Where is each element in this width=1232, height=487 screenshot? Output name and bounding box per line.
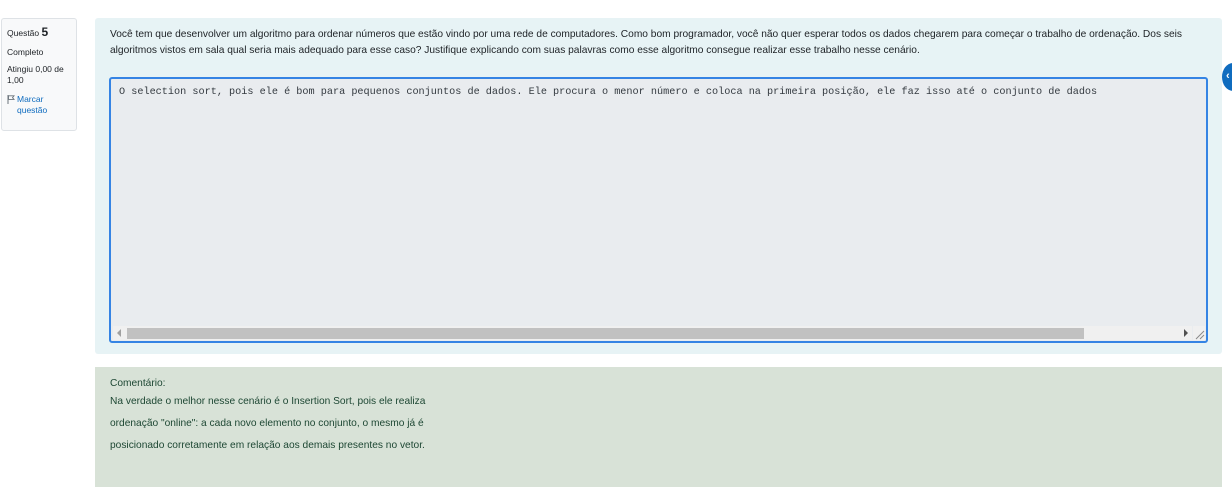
answer-text: O selection sort, pois ele é bom para pe… <box>119 87 1098 98</box>
feedback-line: posicionado corretamente em relação aos … <box>110 440 425 451</box>
answer-textarea[interactable]: O selection sort, pois ele é bom para pe… <box>109 77 1208 343</box>
flag-question-label: Marcar questão <box>17 93 48 115</box>
question-formulation: Você tem que desenvolver um algoritmo pa… <box>95 18 1222 354</box>
feedback-line: ordenação "online": a cada novo elemento… <box>110 418 424 429</box>
flag-icon <box>7 94 15 104</box>
question-state: Completo <box>7 46 44 57</box>
resize-handle[interactable] <box>1193 326 1205 340</box>
flag-question-link[interactable]: Marcar questão <box>7 94 71 116</box>
resize-grip-icon <box>1195 330 1205 340</box>
horizontal-scrollbar[interactable] <box>113 326 1192 340</box>
scrollbar-thumb[interactable] <box>127 328 1084 339</box>
scroll-right-icon[interactable] <box>1184 329 1188 337</box>
feedback-line: Na verdade o melhor nesse cenário é o In… <box>110 396 426 407</box>
question-number: Questão 5 <box>7 25 71 41</box>
general-feedback: Comentário: Na verdade o melhor nesse ce… <box>95 367 1222 487</box>
question-label: Questão <box>7 28 40 38</box>
question-text: Você tem que desenvolver um algoritmo pa… <box>110 29 1182 57</box>
scroll-left-icon[interactable] <box>117 329 121 337</box>
question-grade: Atingiu 0,00 de 1,00 <box>7 63 64 85</box>
feedback-title: Comentário: <box>110 378 166 389</box>
chevron-icon: ‹ <box>1226 70 1230 82</box>
question-info-panel: Questão 5 Completo Atingiu 0,00 de 1,00 … <box>1 18 77 131</box>
question-number-value: 5 <box>41 25 49 39</box>
